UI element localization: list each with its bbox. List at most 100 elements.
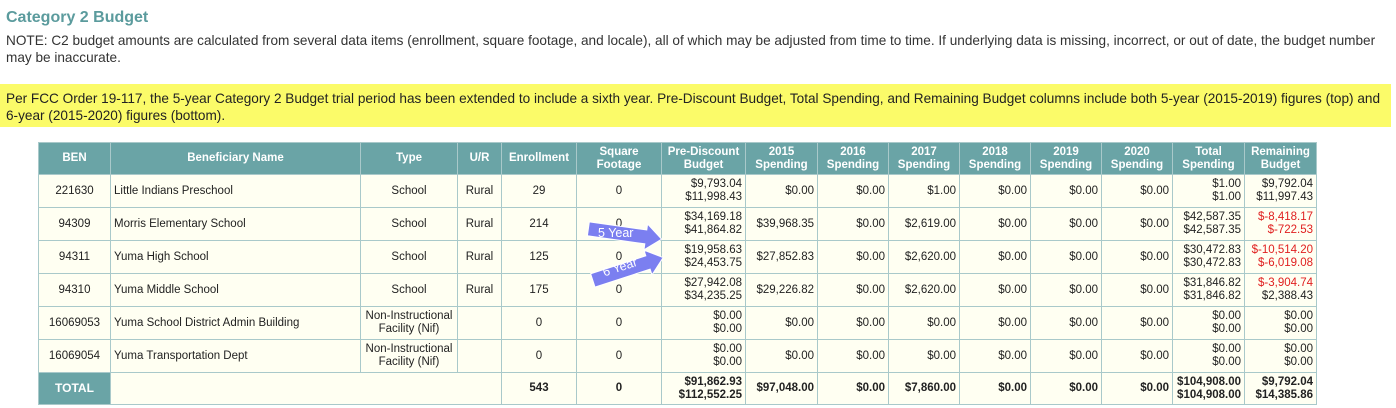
col-header-square-footage[interactable]: Square Footage [576, 142, 662, 175]
cell-pre-discount-budget: $27,942.08 $34,235.25 [661, 273, 746, 307]
cell-beneficiary-name: Yuma High School [110, 240, 361, 274]
cell-ben: 16069053 [38, 306, 111, 340]
total-s2019-spending: $0.00 [1030, 372, 1102, 405]
cell-s2016-spending: $0.00 [817, 240, 889, 274]
col-header-total-spending[interactable]: Total Spending [1172, 142, 1245, 175]
col-header-2018-spending[interactable]: 2018 Spending [959, 142, 1031, 175]
total-blank [110, 372, 502, 405]
cell-type: School [360, 273, 458, 307]
cell-s2015-spending: $29,226.82 [745, 273, 818, 307]
total-square-footage: 0 [576, 372, 662, 405]
cell-s2015-spending: $39,968.35 [745, 207, 818, 241]
table-row[interactable]: 16069054 Yuma Transportation Dept Non-Inst… [38, 339, 1317, 373]
total-s2017-spending: $7,860.00 [888, 372, 960, 405]
table-row[interactable]: 221630 Little Indians Preschool School Rura… [38, 174, 1317, 208]
cell-square-footage: 0 [576, 339, 662, 373]
cell-remaining-budget: $-8,418.17 $-722.53 [1244, 207, 1317, 241]
cell-ur [457, 339, 502, 373]
five-year-callout: 5 Year [586, 221, 668, 251]
cell-ur: Rural [457, 207, 502, 241]
cell-beneficiary-name: Morris Elementary School [110, 207, 361, 241]
cell-s2018-spending: $0.00 [959, 240, 1031, 274]
cell-total-spending: $42,587.35 $42,587.35 [1172, 207, 1245, 241]
cell-remaining-budget: $-10,514.20 $-6,019.08 [1244, 240, 1317, 274]
cell-total-spending: $1.00 $1.00 [1172, 174, 1245, 208]
col-header-enrollment[interactable]: Enrollment [501, 142, 577, 175]
cell-ur: Rural [457, 240, 502, 274]
cell-s2019-spending: $0.00 [1030, 273, 1102, 307]
cell-s2017-spending: $1.00 [888, 174, 960, 208]
cell-s2020-spending: $0.00 [1101, 273, 1173, 307]
col-header-2020-spending[interactable]: 2020 Spending [1101, 142, 1173, 175]
cell-pre-discount-budget: $34,169.18 $41,864.82 [661, 207, 746, 241]
col-header-name[interactable]: Beneficiary Name [110, 142, 361, 175]
cell-total-spending: $30,472.83 $30,472.83 [1172, 240, 1245, 274]
table-row[interactable]: 94311 Yuma High School School Rural 125 0 $19,… [38, 240, 1317, 274]
col-header-2016-spending[interactable]: 2016 Spending [817, 142, 889, 175]
total-s2018-spending: $0.00 [959, 372, 1031, 405]
cell-ben: 16069054 [38, 339, 111, 373]
cell-s2020-spending: $0.00 [1101, 339, 1173, 373]
cell-ben: 94310 [38, 273, 111, 307]
cell-s2017-spending: $0.00 [888, 339, 960, 373]
cell-s2015-spending: $0.00 [745, 306, 818, 340]
cell-s2018-spending: $0.00 [959, 273, 1031, 307]
cell-s2019-spending: $0.00 [1030, 207, 1102, 241]
col-header-ben[interactable]: BEN [38, 142, 111, 175]
cell-type: School [360, 207, 458, 241]
cell-type: Non-Instructional Facility (Nif) [360, 306, 458, 340]
cell-enrollment: 29 [501, 174, 577, 208]
table-row[interactable]: 94309 Morris Elementary School School Rural… [38, 207, 1317, 241]
cell-enrollment: 175 [501, 273, 577, 307]
table-row[interactable]: 16069053 Yuma School District Admin Build… [38, 306, 1317, 340]
col-header-pre-discount-budget[interactable]: Pre-Discount Budget [661, 142, 746, 175]
cell-pre-discount-budget: $0.00 $0.00 [661, 306, 746, 340]
total-pre-discount-budget: $91,862.93 $112,552.25 [661, 372, 746, 405]
cell-s2019-spending: $0.00 [1030, 306, 1102, 340]
cell-ben: 221630 [38, 174, 111, 208]
cell-s2018-spending: $0.00 [959, 174, 1031, 208]
cell-s2017-spending: $2,619.00 [888, 207, 960, 241]
total-remaining-budget: $9,792.04 $14,385.86 [1244, 372, 1317, 405]
col-header-remaining-budget[interactable]: Remaining Budget [1244, 142, 1317, 175]
cell-s2020-spending: $0.00 [1101, 207, 1173, 241]
cell-enrollment: 0 [501, 339, 577, 373]
cell-total-spending: $0.00 $0.00 [1172, 306, 1245, 340]
total-s2015-spending: $97,048.00 [745, 372, 818, 405]
cell-s2020-spending: $0.00 [1101, 306, 1173, 340]
cell-s2015-spending: $0.00 [745, 174, 818, 208]
cell-s2018-spending: $0.00 [959, 339, 1031, 373]
total-spending: $104,908.00 $104,908.00 [1172, 372, 1245, 405]
cell-ben: 94309 [38, 207, 111, 241]
col-header-type[interactable]: Type [360, 142, 458, 175]
total-row: TOTAL 543 0 $91,862.93 $112,552.25 $97,048.00… [38, 372, 1317, 405]
table-header-row: BEN Beneficiary Name Type U/R Enrollment… [38, 142, 1317, 175]
cell-pre-discount-budget: $9,793.04 $11,998.43 [661, 174, 746, 208]
total-s2016-spending: $0.00 [817, 372, 889, 405]
cell-pre-discount-budget: $0.00 $0.00 [661, 339, 746, 373]
cell-beneficiary-name: Yuma Middle School [110, 273, 361, 307]
table-row[interactable]: 94310 Yuma Middle School School Rural 175 0 $2… [38, 273, 1317, 307]
cell-total-spending: $0.00 $0.00 [1172, 339, 1245, 373]
col-header-ur[interactable]: U/R [457, 142, 502, 175]
col-header-2019-spending[interactable]: 2019 Spending [1030, 142, 1102, 175]
cell-type: Non-Instructional Facility (Nif) [360, 339, 458, 373]
col-header-2015-spending[interactable]: 2015 Spending [745, 142, 818, 175]
cell-enrollment: 0 [501, 306, 577, 340]
table-body: 221630 Little Indians Preschool School Rura… [38, 174, 1317, 405]
cell-s2016-spending: $0.00 [817, 207, 889, 241]
total-label: TOTAL [38, 372, 111, 405]
budget-note: NOTE: C2 budget amounts are calculated f… [6, 33, 1376, 65]
cell-remaining-budget: $0.00 $0.00 [1244, 339, 1317, 373]
cell-remaining-budget: $9,792.04 $11,997.43 [1244, 174, 1317, 208]
total-enrollment: 543 [501, 372, 577, 405]
cell-s2020-spending: $0.00 [1101, 240, 1173, 274]
cell-remaining-budget: $-3,904.74 $2,388.43 [1244, 273, 1317, 307]
cell-square-footage: 0 [576, 174, 662, 208]
cell-s2015-spending: $0.00 [745, 339, 818, 373]
cell-s2017-spending: $0.00 [888, 306, 960, 340]
cell-ur: Rural [457, 174, 502, 208]
cell-s2017-spending: $2,620.00 [888, 240, 960, 274]
cell-beneficiary-name: Yuma School District Admin Building [110, 306, 361, 340]
col-header-2017-spending[interactable]: 2017 Spending [888, 142, 960, 175]
